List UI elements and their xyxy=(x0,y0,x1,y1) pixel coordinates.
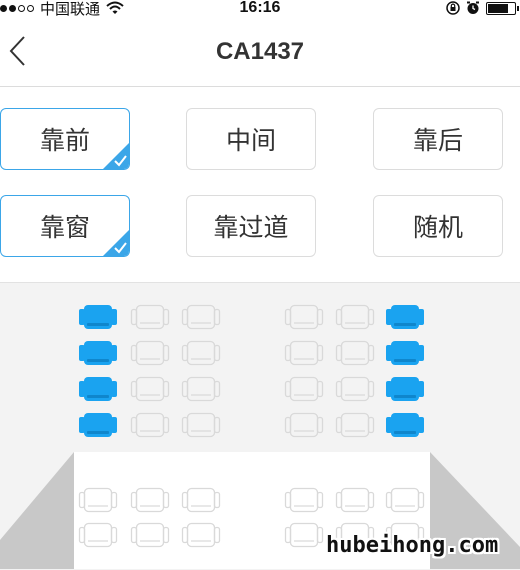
seat-selected[interactable] xyxy=(78,412,118,438)
seat-available[interactable] xyxy=(181,304,221,330)
nav-bar: CA1437 xyxy=(0,18,520,87)
seat-available[interactable] xyxy=(181,522,221,548)
alarm-icon xyxy=(467,1,479,14)
seat-available[interactable] xyxy=(284,522,324,548)
left-wing xyxy=(0,452,74,569)
seat-available[interactable] xyxy=(181,376,221,402)
seat-available[interactable] xyxy=(284,340,324,366)
seat-available[interactable] xyxy=(385,487,425,513)
seat-available[interactable] xyxy=(335,376,375,402)
seat-available[interactable] xyxy=(78,522,118,548)
seat-available[interactable] xyxy=(78,487,118,513)
seat-selected[interactable] xyxy=(78,376,118,402)
seat-available[interactable] xyxy=(284,412,324,438)
seat-available[interactable] xyxy=(130,376,170,402)
status-time: 16:16 xyxy=(239,0,281,16)
status-right xyxy=(446,0,519,17)
seat-available[interactable] xyxy=(335,340,375,366)
status-bar: 中国联通 16:16 xyxy=(0,0,520,18)
option-label: 靠前 xyxy=(39,126,90,155)
seat-available[interactable] xyxy=(130,487,170,513)
option-window-button[interactable]: 靠窗 xyxy=(0,195,130,257)
seat-selected[interactable] xyxy=(385,412,425,438)
seat-available[interactable] xyxy=(130,412,170,438)
option-label: 随机 xyxy=(412,213,463,242)
option-label: 中间 xyxy=(225,126,276,155)
seat-selected[interactable] xyxy=(78,304,118,330)
seat-available[interactable] xyxy=(181,412,221,438)
seat-available[interactable] xyxy=(130,340,170,366)
option-aisle-button[interactable]: 靠过道 xyxy=(186,195,316,257)
checkmark-icon xyxy=(103,143,129,169)
option-label: 靠过道 xyxy=(213,213,289,242)
checkmark-icon xyxy=(103,230,129,256)
watermark: hubeihong.com xyxy=(326,533,499,558)
seat-available[interactable] xyxy=(284,376,324,402)
seat-available[interactable] xyxy=(181,487,221,513)
seat-available[interactable] xyxy=(284,487,324,513)
option-random-button[interactable]: 随机 xyxy=(373,195,503,257)
seat-available[interactable] xyxy=(181,340,221,366)
option-rear-button[interactable]: 靠后 xyxy=(373,108,503,170)
seat-available[interactable] xyxy=(130,304,170,330)
seat-available[interactable] xyxy=(130,522,170,548)
option-label: 靠窗 xyxy=(39,213,90,242)
seat-selected[interactable] xyxy=(385,376,425,402)
page-title: CA1437 xyxy=(215,38,305,65)
seat-available[interactable] xyxy=(335,304,375,330)
seat-selected[interactable] xyxy=(385,340,425,366)
seat-selected[interactable] xyxy=(385,304,425,330)
option-label: 靠后 xyxy=(412,126,463,155)
seat-available[interactable] xyxy=(335,412,375,438)
option-middle-button[interactable]: 中间 xyxy=(186,108,316,170)
option-front-button[interactable]: 靠前 xyxy=(0,108,130,170)
seat-available[interactable] xyxy=(335,487,375,513)
seat-selected[interactable] xyxy=(78,340,118,366)
battery-icon xyxy=(486,1,519,15)
orientation-lock-icon xyxy=(446,1,460,15)
battery-level xyxy=(488,3,508,13)
seat-available[interactable] xyxy=(284,304,324,330)
